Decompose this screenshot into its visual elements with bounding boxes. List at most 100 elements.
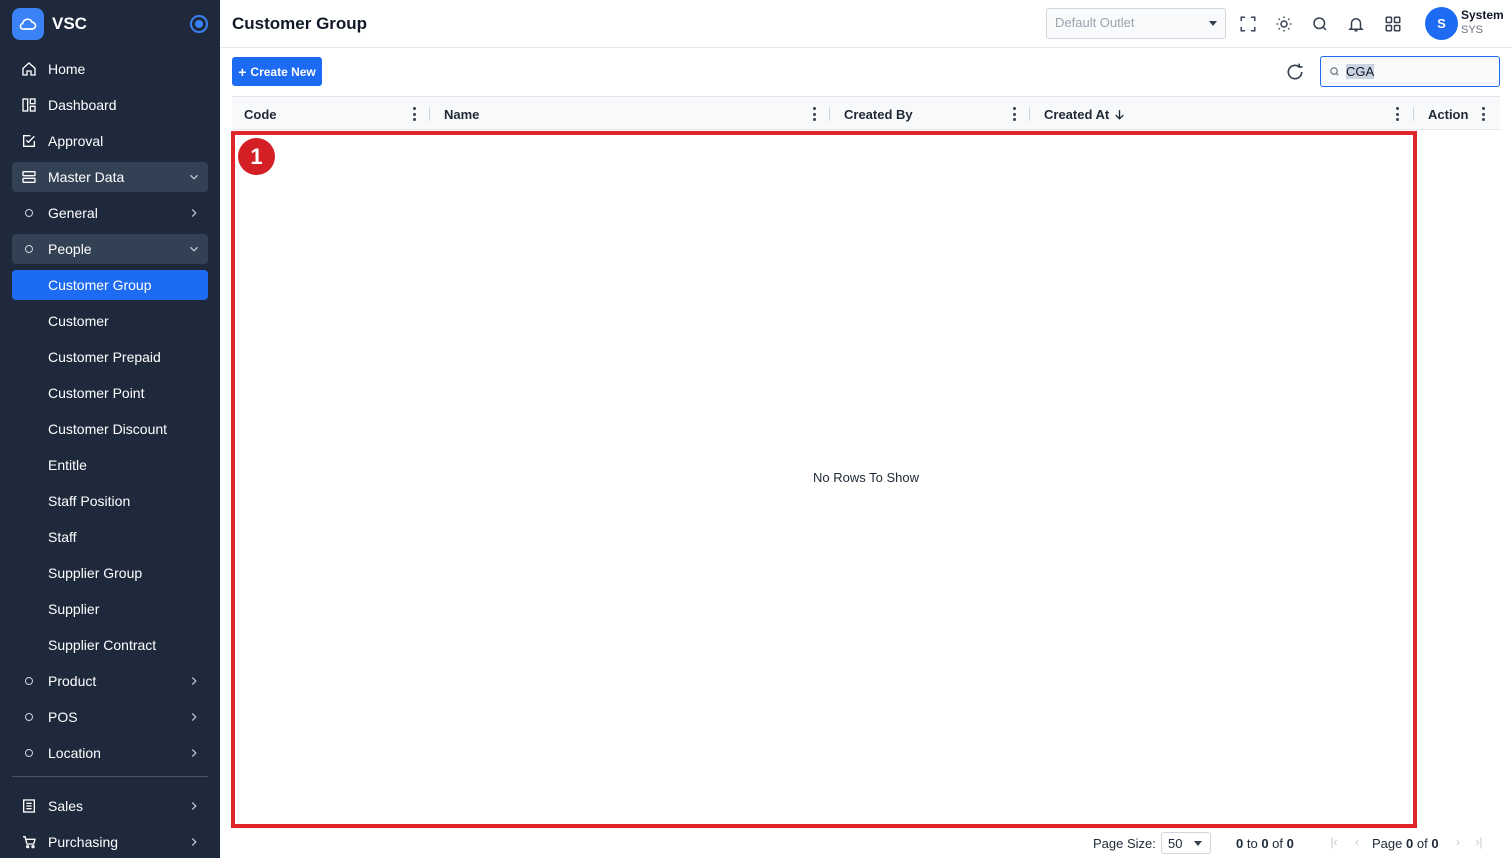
page-size-select[interactable]: 50	[1161, 832, 1211, 854]
sidebar-item-label: Supplier Group	[48, 565, 143, 581]
range-from: 0	[1236, 836, 1244, 851]
theme-sun-icon[interactable]	[1273, 13, 1295, 35]
column-header-name[interactable]: Name	[432, 97, 832, 131]
sidebar-item-staff[interactable]: Staff	[12, 522, 208, 552]
sidebar-item-customer[interactable]: Customer	[12, 306, 208, 336]
column-header-code[interactable]: Code	[232, 97, 432, 131]
sidebar-item-location[interactable]: Location	[12, 738, 208, 768]
sidebar-item-customer-group[interactable]: Customer Group	[12, 270, 208, 300]
chevron-down-icon	[186, 169, 202, 185]
last-page-icon[interactable]: ›|	[1472, 835, 1486, 849]
cloud-logo-icon	[12, 8, 44, 40]
circle-icon	[25, 749, 33, 757]
sidebar-item-general[interactable]: General	[12, 198, 208, 228]
caret-down-icon	[1194, 841, 1202, 846]
chevron-right-icon	[186, 673, 202, 689]
sidebar-divider	[12, 776, 208, 777]
sidebar-item-supplier-contract[interactable]: Supplier Contract	[12, 630, 208, 660]
chevron-right-icon	[186, 834, 202, 850]
sidebar-item-label: Home	[48, 61, 86, 77]
app-name: VSC	[52, 14, 87, 33]
column-header-created-by[interactable]: Created By	[832, 97, 1032, 131]
first-page-icon[interactable]: |‹	[1327, 835, 1341, 849]
circle-icon	[25, 245, 33, 253]
sidebar-item-customer-discount[interactable]: Customer Discount	[12, 414, 208, 444]
sidebar-item-entitle[interactable]: Entitle	[12, 450, 208, 480]
outlet-select[interactable]: Default Outlet	[1046, 8, 1226, 39]
circle-icon	[25, 677, 33, 685]
search-input[interactable]: CGA	[1346, 64, 1375, 79]
sidebar-toggle-icon[interactable]	[190, 15, 208, 33]
sidebar-nav-secondary: Sales Purchasing	[0, 791, 220, 857]
sidebar-item-supplier-group[interactable]: Supplier Group	[12, 558, 208, 588]
prev-page-icon[interactable]: ‹	[1350, 835, 1364, 849]
column-separator[interactable]	[829, 107, 830, 121]
column-menu-icon[interactable]	[812, 107, 816, 121]
sidebar-item-label: Entitle	[48, 457, 87, 473]
fullscreen-icon[interactable]	[1237, 13, 1259, 35]
column-menu-icon[interactable]	[1012, 107, 1016, 121]
sidebar-item-label: Customer Discount	[48, 421, 168, 437]
sidebar-item-label: Customer Prepaid	[48, 349, 161, 365]
next-page-icon[interactable]: ›	[1451, 835, 1465, 849]
column-menu-icon[interactable]	[412, 107, 416, 121]
highlight-box	[231, 131, 1417, 828]
top-header: Customer Group Default Outlet S System S…	[220, 0, 1512, 48]
column-header-action[interactable]: Action	[1416, 97, 1500, 131]
search-box[interactable]: CGA	[1320, 56, 1500, 87]
page-word: Page	[1372, 836, 1403, 851]
sidebar-item-purchasing[interactable]: Purchasing	[12, 827, 208, 857]
sidebar-item-master-data[interactable]: Master Data	[12, 162, 208, 192]
sidebar-item-pos[interactable]: POS	[12, 702, 208, 732]
sidebar-item-home[interactable]: Home	[12, 54, 208, 84]
plus-icon: +	[238, 63, 247, 80]
sort-descending-icon	[1115, 109, 1125, 120]
sidebar-item-label: Product	[48, 673, 97, 689]
sidebar-item-supplier[interactable]: Supplier	[12, 594, 208, 624]
sidebar-item-label: Supplier Contract	[48, 637, 157, 653]
sidebar: VSC Home Dashboard Approval Master Data …	[0, 0, 220, 858]
sidebar-item-customer-prepaid[interactable]: Customer Prepaid	[12, 342, 208, 372]
range-to: 0	[1261, 836, 1269, 851]
grid-header: Code Name Created By Created At Action	[232, 96, 1500, 130]
column-menu-icon[interactable]	[1395, 107, 1399, 121]
sidebar-item-people[interactable]: People	[12, 234, 208, 264]
sidebar-item-label: POS	[48, 709, 78, 725]
page-size-value: 50	[1168, 836, 1183, 851]
sidebar-item-sales[interactable]: Sales	[12, 791, 208, 821]
user-name: System	[1461, 8, 1504, 22]
column-header-created-at[interactable]: Created At	[1032, 97, 1416, 131]
avatar[interactable]: S	[1425, 7, 1458, 40]
column-separator[interactable]	[1413, 107, 1414, 121]
pagination-bar: Page Size: 50 0 to 0 of 0 |‹ ‹ Page 0 of…	[220, 828, 1512, 858]
apps-grid-icon[interactable]	[1382, 13, 1404, 35]
create-new-button[interactable]: + Create New	[232, 57, 322, 86]
column-separator[interactable]	[429, 107, 430, 121]
sidebar-item-label: Customer Point	[48, 385, 145, 401]
refresh-icon[interactable]	[1285, 62, 1305, 82]
action-column-body	[1416, 130, 1500, 828]
sidebar-item-staff-position[interactable]: Staff Position	[12, 486, 208, 516]
dashboard-icon	[20, 96, 38, 114]
column-label: Name	[444, 106, 480, 122]
bell-icon[interactable]	[1345, 13, 1367, 35]
brand: VSC	[0, 0, 220, 48]
sidebar-item-label: Supplier	[48, 601, 100, 617]
sidebar-item-dashboard[interactable]: Dashboard	[12, 90, 208, 120]
page-size-label: Page Size:	[1093, 836, 1156, 851]
column-label: Action	[1428, 106, 1469, 122]
search-icon[interactable]	[1309, 13, 1331, 35]
sales-icon	[20, 797, 38, 815]
sidebar-item-customer-point[interactable]: Customer Point	[12, 378, 208, 408]
column-label: Code	[244, 106, 277, 122]
sidebar-item-approval[interactable]: Approval	[12, 126, 208, 156]
sidebar-item-label: Approval	[48, 133, 104, 149]
sidebar-item-label: Master Data	[48, 169, 125, 185]
column-label: Created By	[844, 106, 913, 122]
circle-icon	[25, 209, 33, 217]
circle-icon	[25, 713, 33, 721]
column-separator[interactable]	[1029, 107, 1030, 121]
sidebar-item-product[interactable]: Product	[12, 666, 208, 696]
column-menu-icon[interactable]	[1481, 107, 1485, 121]
outlet-select-placeholder: Default Outlet	[1055, 15, 1135, 30]
